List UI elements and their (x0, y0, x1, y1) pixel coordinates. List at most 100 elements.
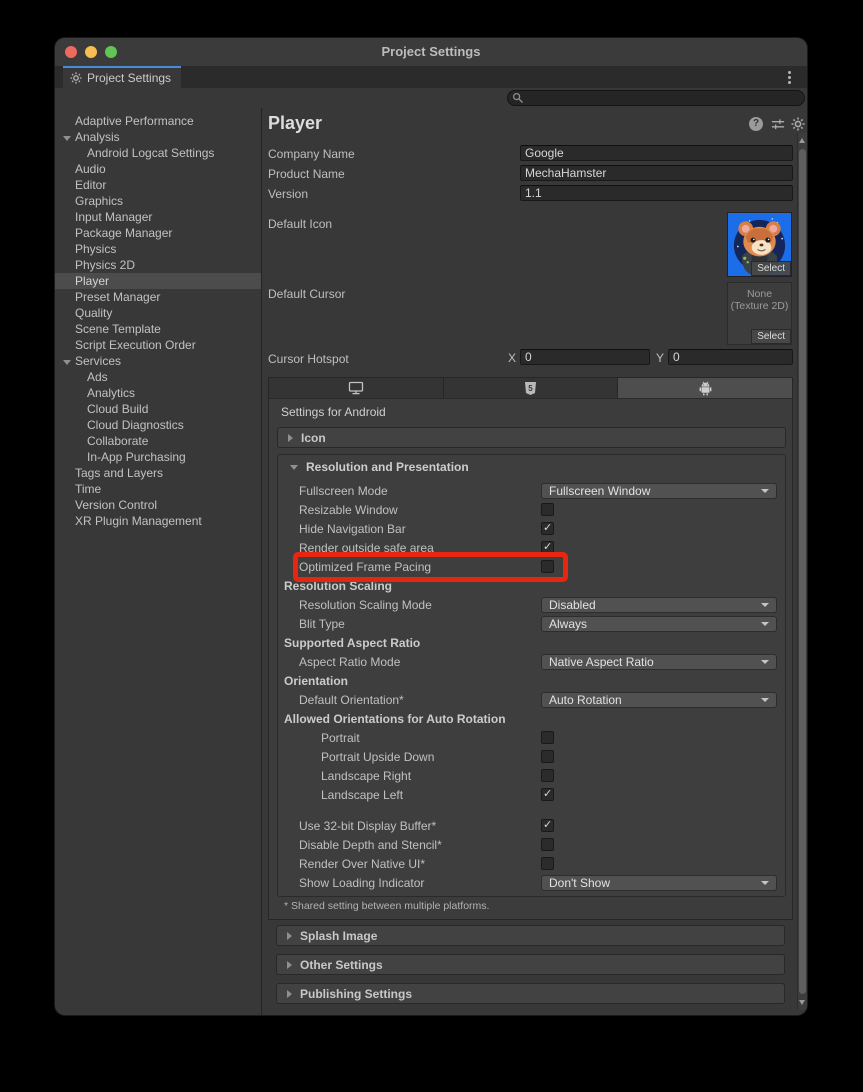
sidebar-item[interactable]: Adaptive Performance (55, 113, 261, 129)
setting-checkbox[interactable] (541, 838, 554, 851)
sidebar-item[interactable]: In-App Purchasing (55, 449, 261, 465)
version-input[interactable] (520, 185, 793, 201)
setting-dropdown[interactable]: Disabled (541, 597, 777, 613)
cursor-hotspot-label: Cursor Hotspot (268, 351, 349, 367)
setting-row: Optimized Frame Pacing (278, 557, 785, 576)
setting-checkbox[interactable] (541, 750, 554, 763)
hotspot-y-input[interactable] (668, 349, 793, 365)
foldout-resolution-presentation[interactable]: Resolution and Presentation (278, 455, 785, 479)
setting-dropdown[interactable]: Don't Show (541, 875, 777, 891)
foldout-section[interactable]: Other Settings (276, 954, 785, 975)
vertical-scrollbar[interactable] (797, 133, 807, 1010)
sidebar-item[interactable]: Version Control (55, 497, 261, 513)
foldout-label: Publishing Settings (300, 987, 412, 1001)
sidebar-item[interactable]: Analysis (55, 129, 261, 145)
setting-label: Render Over Native UI* (299, 857, 425, 871)
setting-row: Resizable Window (278, 500, 785, 519)
setting-checkbox[interactable] (541, 541, 554, 554)
sidebar-item[interactable]: Analytics (55, 385, 261, 401)
tab-project-settings[interactable]: Project Settings (63, 66, 181, 88)
sidebar-item[interactable]: Audio (55, 161, 261, 177)
sidebar-item-label: Preset Manager (75, 290, 160, 304)
sidebar-item[interactable]: Physics 2D (55, 257, 261, 273)
setting-row: Supported Aspect Ratio (278, 633, 785, 652)
default-cursor-field[interactable]: None (Texture 2D) Select (727, 282, 792, 345)
sidebar-item[interactable]: Graphics (55, 193, 261, 209)
setting-row: Fullscreen Mode Fullscreen Window (278, 481, 785, 500)
setting-checkbox[interactable] (541, 769, 554, 782)
setting-dropdown[interactable]: Native Aspect Ratio (541, 654, 777, 670)
setting-label: Portrait Upside Down (321, 750, 434, 764)
hotspot-x-input[interactable] (520, 349, 650, 365)
setting-dropdown[interactable]: Always (541, 616, 777, 632)
desktop-icon (348, 381, 364, 395)
kebab-menu-icon[interactable] (782, 70, 796, 84)
foldout-section[interactable]: Publishing Settings (276, 983, 785, 1004)
sidebar-item-label: Physics 2D (75, 258, 135, 272)
sidebar-item[interactable]: Editor (55, 177, 261, 193)
sidebar-item-label: Adaptive Performance (75, 114, 194, 128)
player-settings-panel: Player ? Company Name Product Name Versi… (263, 108, 807, 1015)
foldout-section[interactable]: Splash Image (276, 925, 785, 946)
dropdown-value: Always (549, 617, 587, 631)
cursor-select-button[interactable]: Select (751, 329, 791, 344)
company-name-input[interactable] (520, 145, 793, 161)
sidebar-item[interactable]: Android Logcat Settings (55, 145, 261, 161)
foldout-icon-section[interactable]: Icon (277, 427, 786, 448)
presets-icon[interactable] (771, 117, 785, 131)
search-input[interactable] (507, 90, 805, 106)
foldout-closed-icon (287, 932, 292, 940)
scrollbar-thumb[interactable] (799, 149, 806, 994)
sidebar-item[interactable]: Ads (55, 369, 261, 385)
scroll-up-icon[interactable] (799, 138, 805, 143)
setting-row: Render Over Native UI* (278, 854, 785, 873)
setting-checkbox[interactable] (541, 819, 554, 832)
setting-label: Hide Navigation Bar (299, 522, 406, 536)
tab-platform-webgl[interactable]: 5 (444, 378, 619, 398)
setting-checkbox[interactable] (541, 731, 554, 744)
tab-platform-desktop[interactable] (269, 378, 444, 398)
tab-platform-android[interactable] (618, 378, 792, 398)
sidebar-item[interactable]: Package Manager (55, 225, 261, 241)
sidebar-item[interactable]: Physics (55, 241, 261, 257)
foldout-open-icon (63, 130, 75, 144)
setting-label: Landscape Right (321, 769, 411, 783)
svg-text:5: 5 (528, 384, 533, 393)
icon-select-button[interactable]: Select (751, 261, 791, 276)
setting-checkbox[interactable] (541, 503, 554, 516)
title-bar[interactable]: Project Settings (55, 38, 807, 67)
setting-checkbox[interactable] (541, 522, 554, 535)
sidebar-item[interactable]: Player (55, 273, 261, 289)
sidebar-item[interactable]: Cloud Build (55, 401, 261, 417)
sidebar-item[interactable]: Preset Manager (55, 289, 261, 305)
sidebar-item[interactable]: Scene Template (55, 321, 261, 337)
sidebar-item[interactable]: Services (55, 353, 261, 369)
setting-dropdown[interactable]: Fullscreen Window (541, 483, 777, 499)
settings-for-label: Settings for Android (281, 405, 386, 419)
sidebar-item-label: XR Plugin Management (75, 514, 202, 528)
sidebar-item[interactable]: XR Plugin Management (55, 513, 261, 529)
scroll-down-icon[interactable] (799, 1000, 805, 1005)
setting-row: Landscape Left (278, 785, 785, 804)
cursor-none-value: None (728, 288, 791, 300)
default-icon-thumbnail[interactable]: Select (727, 212, 792, 277)
sidebar-item-label: Tags and Layers (75, 466, 163, 480)
setting-label: Resolution Scaling (284, 579, 392, 593)
sidebar-item[interactable]: Collaborate (55, 433, 261, 449)
sidebar-item[interactable]: Time (55, 481, 261, 497)
gear-icon[interactable] (791, 117, 805, 131)
sidebar-item[interactable]: Quality (55, 305, 261, 321)
setting-checkbox[interactable] (541, 857, 554, 870)
sidebar-item[interactable]: Script Execution Order (55, 337, 261, 353)
setting-checkbox[interactable] (541, 788, 554, 801)
sidebar-item[interactable]: Cloud Diagnostics (55, 417, 261, 433)
version-label: Version (268, 186, 308, 202)
setting-checkbox[interactable] (541, 560, 554, 573)
sidebar-item[interactable]: Input Manager (55, 209, 261, 225)
setting-dropdown[interactable]: Auto Rotation (541, 692, 777, 708)
sidebar-item[interactable]: Tags and Layers (55, 465, 261, 481)
help-icon[interactable]: ? (749, 117, 763, 131)
search-icon (512, 92, 524, 104)
sidebar-item-label: Cloud Diagnostics (87, 418, 184, 432)
product-name-input[interactable] (520, 165, 793, 181)
